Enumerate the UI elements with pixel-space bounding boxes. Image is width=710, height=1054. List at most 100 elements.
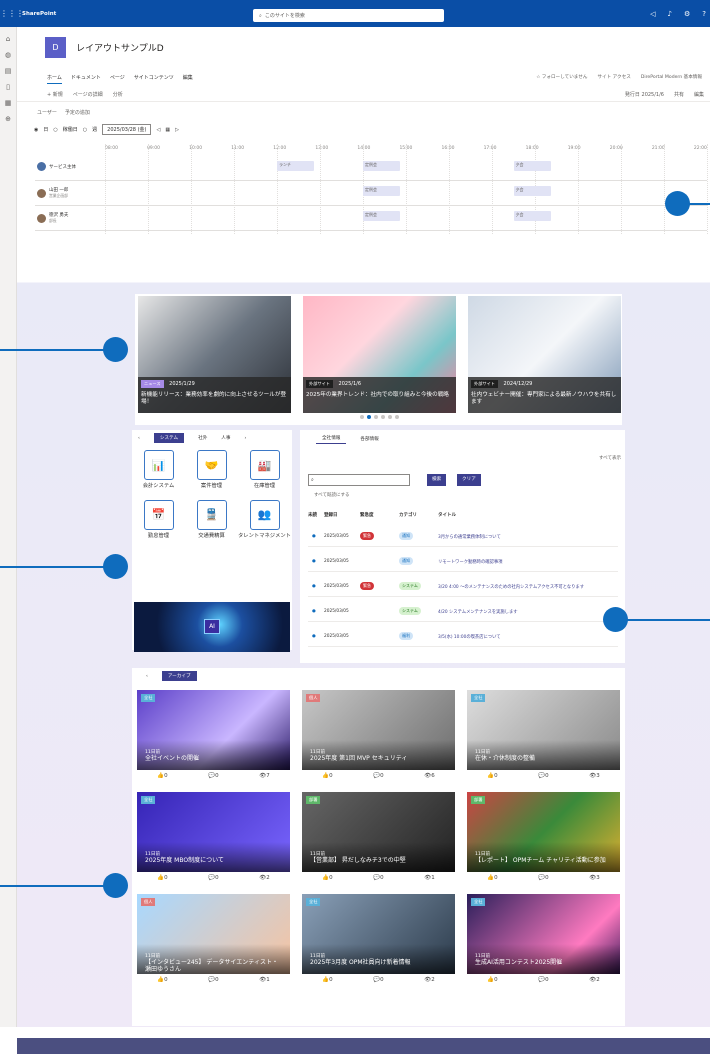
notice-row[interactable]: ● 2025/03/05 システム 4/20 システムメンテナンスを実施します bbox=[308, 602, 618, 622]
analytics-button[interactable]: 分析 bbox=[113, 91, 123, 98]
notice-title[interactable]: 3/20 4:00 ～のメンテナンスのための社内システムアクセス不可となります bbox=[438, 584, 584, 590]
notice-search-button[interactable]: 検索 bbox=[427, 474, 447, 486]
user-filter-button[interactable]: ユーザー bbox=[37, 109, 57, 116]
view-day-radio[interactable]: ◉ bbox=[34, 127, 38, 133]
archive-card[interactable]: 個人 11日前 2025年度 第1回 MVP セキュリティ bbox=[302, 690, 455, 770]
gear-icon[interactable]: ⚙ bbox=[684, 10, 690, 18]
schedule-event[interactable]: 定例会 bbox=[363, 186, 400, 196]
notice-title[interactable]: リモートワーク勤務時の確認事項 bbox=[438, 559, 502, 565]
mark-all-read-button[interactable]: すべて既読にする bbox=[314, 492, 350, 498]
next-day-icon[interactable]: ▷ bbox=[175, 127, 179, 133]
archive-card[interactable]: 全社 11日前 全社イベントの開催 bbox=[137, 690, 290, 770]
comment-button[interactable]: 💬0 bbox=[373, 875, 383, 881]
like-button[interactable]: 👍0 bbox=[487, 773, 497, 779]
feedback-icon[interactable]: ♪ bbox=[668, 10, 672, 18]
nav-site-contents[interactable]: サイトコンテンツ bbox=[134, 74, 174, 84]
nav-edit[interactable]: 編集 bbox=[183, 74, 193, 84]
archive-card[interactable]: 全社 11日前 在休・介休制度の整備 bbox=[467, 690, 620, 770]
brand-name[interactable]: SharePoint bbox=[22, 11, 56, 17]
col-title[interactable]: タイトル bbox=[438, 512, 456, 518]
app-tile[interactable]: 📊 会計システム bbox=[132, 450, 185, 490]
archive-card[interactable]: 全社 11日前 2025年度 MBO制度について bbox=[137, 792, 290, 872]
notice-clear-button[interactable]: クリア bbox=[457, 474, 481, 486]
schedule-event[interactable]: 夕会 bbox=[513, 211, 551, 221]
like-button[interactable]: 👍0 bbox=[322, 875, 332, 881]
add-icon[interactable]: ⊕ bbox=[0, 115, 16, 123]
like-button[interactable]: 👍0 bbox=[157, 875, 167, 881]
app-tile[interactable]: 🏭 在庫管理 bbox=[238, 450, 291, 490]
page-details-button[interactable]: ページの詳細 bbox=[73, 91, 103, 98]
like-button[interactable]: 👍0 bbox=[157, 977, 167, 983]
comment-button[interactable]: 💬0 bbox=[208, 773, 218, 779]
share-button[interactable]: 共有 bbox=[674, 91, 684, 98]
prev-day-icon[interactable]: ◁ bbox=[156, 127, 160, 133]
site-info-button[interactable]: DirePortal Modern 基本情報 bbox=[641, 74, 702, 80]
col-category[interactable]: カテゴリ bbox=[399, 512, 417, 518]
add-plan-button[interactable]: 予定の追加 bbox=[65, 109, 90, 116]
archive-card[interactable]: 部署 11日前 【営業部】 昇だしなみチ3での中堅 bbox=[302, 792, 455, 872]
date-picker[interactable]: 2025/03/28 (金) bbox=[102, 124, 152, 135]
news-icon[interactable]: ▤ bbox=[0, 67, 16, 75]
site-search-box[interactable]: ⌕ このサイトを検索 bbox=[253, 9, 444, 22]
comment-button[interactable]: 💬0 bbox=[208, 977, 218, 983]
carousel-dots[interactable] bbox=[360, 415, 399, 419]
tabs-prev-icon[interactable]: ‹ bbox=[138, 436, 140, 441]
comment-button[interactable]: 💬0 bbox=[538, 875, 548, 881]
notice-row[interactable]: ● 2025/03/05 福利 3/5(水) 10:00の喫茶店について bbox=[308, 627, 618, 647]
tab-system[interactable]: システム bbox=[153, 433, 185, 443]
comment-button[interactable]: 💬0 bbox=[373, 773, 383, 779]
new-button[interactable]: + 新規 bbox=[47, 91, 63, 98]
home-icon[interactable]: ⌂ bbox=[0, 35, 16, 43]
schedule-event[interactable]: ランチ bbox=[277, 161, 314, 171]
comment-button[interactable]: 💬0 bbox=[538, 773, 548, 779]
archive-card[interactable]: 全社 11日前 生成AI活用コンテスト2025開催 bbox=[467, 894, 620, 974]
comment-button[interactable]: 💬0 bbox=[538, 977, 548, 983]
notice-title[interactable]: 3月からの通常業務体制について bbox=[438, 534, 501, 540]
schedule-event[interactable]: 定例会 bbox=[363, 161, 400, 171]
schedule-person[interactable]: サービス主体 bbox=[37, 162, 76, 171]
like-button[interactable]: 👍0 bbox=[487, 875, 497, 881]
col-unread[interactable]: 未読 bbox=[308, 512, 317, 518]
file-icon[interactable]: ▯ bbox=[0, 83, 16, 91]
col-urgency[interactable]: 緊急度 bbox=[360, 512, 374, 518]
comment-button[interactable]: 💬0 bbox=[208, 875, 218, 881]
follow-button[interactable]: ☆ フォローしていません bbox=[536, 74, 587, 80]
tab-department-news[interactable]: 各部情報 bbox=[360, 436, 378, 442]
col-date[interactable]: 登録日 bbox=[324, 512, 338, 518]
like-button[interactable]: 👍0 bbox=[487, 977, 497, 983]
ai-banner[interactable]: AI bbox=[134, 602, 290, 652]
site-title[interactable]: レイアウトサンプルD bbox=[76, 41, 164, 54]
app-tile[interactable]: 👥 タレントマネジメント bbox=[238, 499, 291, 540]
schedule-person[interactable]: 山田 一郎 営業企画部 bbox=[37, 187, 68, 199]
comment-button[interactable]: 💬0 bbox=[373, 977, 383, 983]
archive-card[interactable]: 部署 11日前 【レポート】 OPMチーム チャリティ活動に参加 bbox=[467, 792, 620, 872]
notice-title[interactable]: 3/5(水) 10:00の喫茶店について bbox=[438, 634, 501, 640]
site-access-button[interactable]: サイト アクセス bbox=[597, 74, 630, 80]
like-button[interactable]: 👍0 bbox=[322, 977, 332, 983]
notice-row[interactable]: ● 2025/03/05 通知 リモートワーク勤務時の確認事項 bbox=[308, 552, 618, 572]
calendar-icon[interactable]: ▦ bbox=[165, 127, 170, 133]
nav-pages[interactable]: ページ bbox=[110, 74, 125, 84]
megaphone-icon[interactable]: ◁ bbox=[650, 10, 655, 18]
carousel-card[interactable]: 外部サイト 2024/12/29 社内ウェビナー開催：専門家による最新ノウハウを… bbox=[468, 296, 621, 413]
tab-hr[interactable]: 人事 bbox=[221, 435, 230, 441]
tab-archive[interactable]: アーカイブ bbox=[161, 671, 197, 681]
notice-title[interactable]: 4/20 システムメンテナンスを実施します bbox=[438, 609, 518, 615]
app-launcher-icon[interactable]: ⋮⋮⋮ bbox=[0, 9, 24, 18]
help-icon[interactable]: ? bbox=[702, 10, 706, 18]
site-logo[interactable]: D bbox=[45, 37, 66, 58]
edit-button[interactable]: 編集 bbox=[694, 91, 704, 98]
globe-icon[interactable]: ◍ bbox=[0, 51, 16, 59]
notice-search-input[interactable]: ⌕ bbox=[308, 474, 410, 486]
tab-company-news[interactable]: 全社情報 bbox=[316, 433, 347, 444]
schedule-event[interactable]: 定例会 bbox=[363, 211, 400, 221]
view-workweek-radio[interactable]: ○ bbox=[53, 127, 57, 133]
carousel-card[interactable]: 外部サイト 2025/1/6 2025年の業界トレンド：社内での取り組みと今後の… bbox=[303, 296, 456, 413]
tabs-next-icon[interactable]: › bbox=[245, 436, 247, 441]
nav-documents[interactable]: ドキュメント bbox=[71, 74, 101, 84]
schedule-person[interactable]: 徳沢 勇夫 部長 bbox=[37, 212, 68, 224]
see-all-link[interactable]: すべて表示 bbox=[599, 455, 621, 461]
schedule-event[interactable]: 夕会 bbox=[513, 161, 551, 171]
view-week-radio[interactable]: ○ bbox=[83, 127, 87, 133]
app-tile[interactable]: 📅 勤怠管理 bbox=[132, 499, 185, 540]
